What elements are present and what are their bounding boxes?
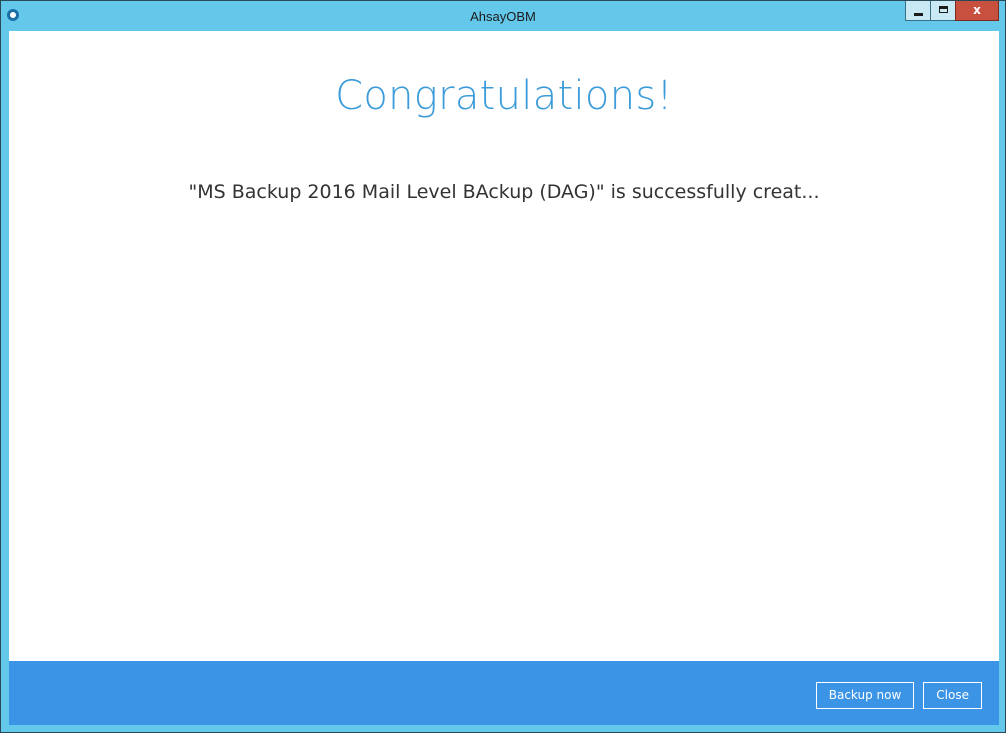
- app-window: AhsayOBM x Congratulations! "MS Backup 2…: [0, 0, 1006, 733]
- caption-buttons: x: [905, 1, 999, 22]
- window-title: AhsayOBM: [470, 9, 536, 24]
- title-bar[interactable]: AhsayOBM x: [1, 1, 1005, 31]
- congratulations-heading: Congratulations!: [335, 73, 673, 119]
- close-window-button[interactable]: x: [955, 1, 999, 21]
- minimize-button[interactable]: [905, 1, 931, 21]
- main-content: Congratulations! "MS Backup 2016 Mail Le…: [9, 31, 999, 661]
- close-button[interactable]: Close: [923, 682, 982, 709]
- maximize-button[interactable]: [930, 1, 956, 21]
- footer-buttons: Backup now Close: [815, 682, 982, 709]
- footer-bar: Backup now Close: [9, 661, 999, 725]
- backup-now-button[interactable]: Backup now: [815, 682, 915, 709]
- close-icon: x: [973, 3, 981, 17]
- success-message: "MS Backup 2016 Mail Level BAckup (DAG)"…: [188, 181, 820, 203]
